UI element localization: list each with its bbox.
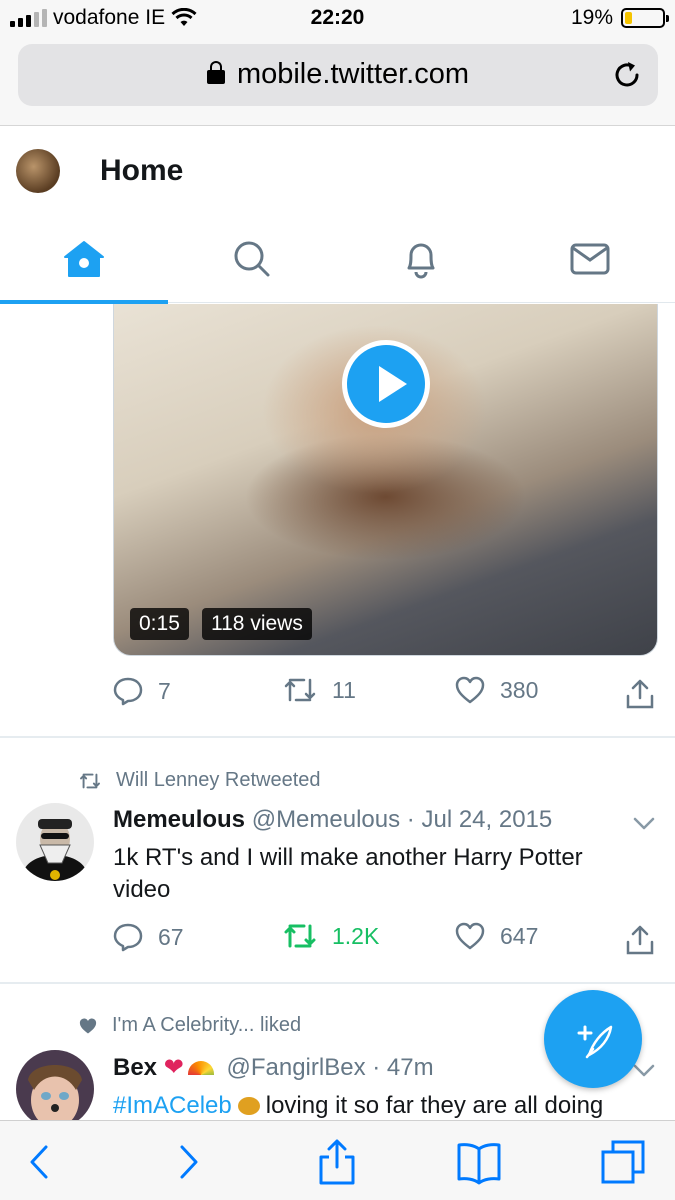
search-icon — [234, 241, 270, 277]
bell-icon — [407, 243, 435, 279]
heart-emoji-icon: ❤ — [163, 1054, 184, 1081]
video-views: 118 views — [202, 608, 312, 640]
tweet-text: #ImACeleb loving it so far they are all d… — [113, 1090, 633, 1122]
tweet-date[interactable]: Jul 24, 2015 — [421, 806, 552, 833]
lock-icon — [206, 61, 225, 84]
share-icon[interactable] — [624, 678, 656, 710]
hashtag-link[interactable]: #ImACeleb — [113, 1092, 232, 1119]
reply-count: 67 — [158, 923, 184, 950]
reply-button[interactable]: 7 — [112, 676, 171, 706]
retweet-icon — [284, 678, 316, 702]
tab-search[interactable] — [168, 215, 336, 303]
share-icon[interactable] — [624, 924, 656, 956]
back-arrow-icon[interactable] — [16, 1139, 62, 1185]
tab-bar — [0, 215, 675, 304]
tweet-actions: 7 11 380 — [112, 676, 660, 716]
forward-arrow-icon[interactable] — [166, 1139, 212, 1185]
author-handle[interactable]: @Memeulous — [252, 806, 400, 833]
like-count: 380 — [500, 676, 539, 703]
tab-home[interactable] — [0, 215, 168, 304]
battery-level — [625, 12, 632, 24]
divider — [0, 982, 675, 984]
heart-icon — [455, 922, 485, 950]
battery-icon — [621, 8, 669, 28]
tweet-time[interactable]: 47m — [387, 1054, 434, 1081]
reply-count: 7 — [158, 677, 171, 704]
share-icon[interactable] — [314, 1139, 360, 1185]
avatar[interactable] — [16, 803, 94, 881]
retweet-context[interactable]: Will Lenney Retweeted — [78, 769, 321, 792]
tweet-text-rest: loving it so far they are all doing — [265, 1092, 604, 1119]
tweet-text: 1k RT's and I will make another Harry Po… — [113, 844, 583, 903]
profile-avatar[interactable] — [16, 149, 60, 193]
like-context-text: I'm A Celebrity... liked — [112, 1014, 302, 1036]
author-name[interactable]: Bex — [113, 1054, 157, 1081]
app-header: Home — [0, 127, 675, 215]
tab-messages[interactable] — [506, 215, 674, 303]
browser-address-bar: mobile.twitter.com — [0, 40, 675, 126]
url-text: mobile.twitter.com — [236, 58, 470, 90]
reply-icon — [113, 923, 143, 952]
video-duration: 0:15 — [130, 608, 189, 640]
retweet-count: 1.2K — [332, 922, 380, 949]
heart-icon — [79, 1018, 97, 1033]
avatar[interactable] — [16, 1050, 94, 1128]
page-title: Home — [100, 154, 184, 187]
heart-icon — [455, 676, 485, 704]
battery-percentage: 19% — [570, 6, 613, 29]
play-button[interactable] — [342, 340, 430, 428]
url-field[interactable]: mobile.twitter.com — [18, 44, 658, 106]
retweet-icon — [284, 924, 316, 948]
bookmarks-icon[interactable] — [456, 1139, 502, 1185]
bug-emoji-icon — [237, 1097, 260, 1115]
like-context[interactable]: I'm A Celebrity... liked — [78, 1014, 301, 1037]
compose-tweet-button[interactable] — [544, 990, 642, 1088]
reload-icon[interactable] — [610, 58, 644, 92]
rainbow-emoji-icon — [187, 1061, 214, 1075]
reply-icon — [113, 677, 143, 706]
tab-notifications[interactable] — [337, 215, 505, 303]
tweet-header: Memeulous @Memeulous · Jul 24, 2015 — [113, 806, 553, 833]
chevron-down-icon[interactable] — [633, 1059, 655, 1081]
divider — [0, 736, 675, 738]
reply-button[interactable]: 67 — [112, 922, 184, 952]
tweet-actions: 67 1.2K 647 — [112, 922, 660, 962]
retweet-button[interactable]: 11 — [282, 676, 356, 704]
like-button[interactable]: 647 — [454, 922, 538, 950]
status-bar: vodafone IE 22:20 19% — [0, 0, 675, 40]
tweet-header: Bex ❤ @FangirlBex · 47m — [113, 1054, 434, 1081]
browser-toolbar — [0, 1120, 675, 1200]
retweet-count: 11 — [332, 676, 356, 703]
like-count: 647 — [500, 922, 539, 949]
home-icon — [64, 241, 104, 277]
retweet-icon — [80, 773, 100, 788]
chevron-down-icon[interactable] — [633, 812, 655, 834]
author-handle[interactable]: @FangirlBex — [226, 1054, 365, 1081]
tabs-icon[interactable] — [600, 1139, 646, 1185]
video-player[interactable]: 0:15 118 views — [113, 304, 658, 656]
like-button[interactable]: 380 — [454, 676, 538, 704]
envelope-icon — [570, 243, 610, 275]
retweet-button[interactable]: 1.2K — [282, 922, 379, 950]
compose-quill-icon — [577, 1025, 613, 1059]
author-name[interactable]: Memeulous — [113, 806, 245, 833]
retweet-context-text: Will Lenney Retweeted — [116, 769, 321, 791]
